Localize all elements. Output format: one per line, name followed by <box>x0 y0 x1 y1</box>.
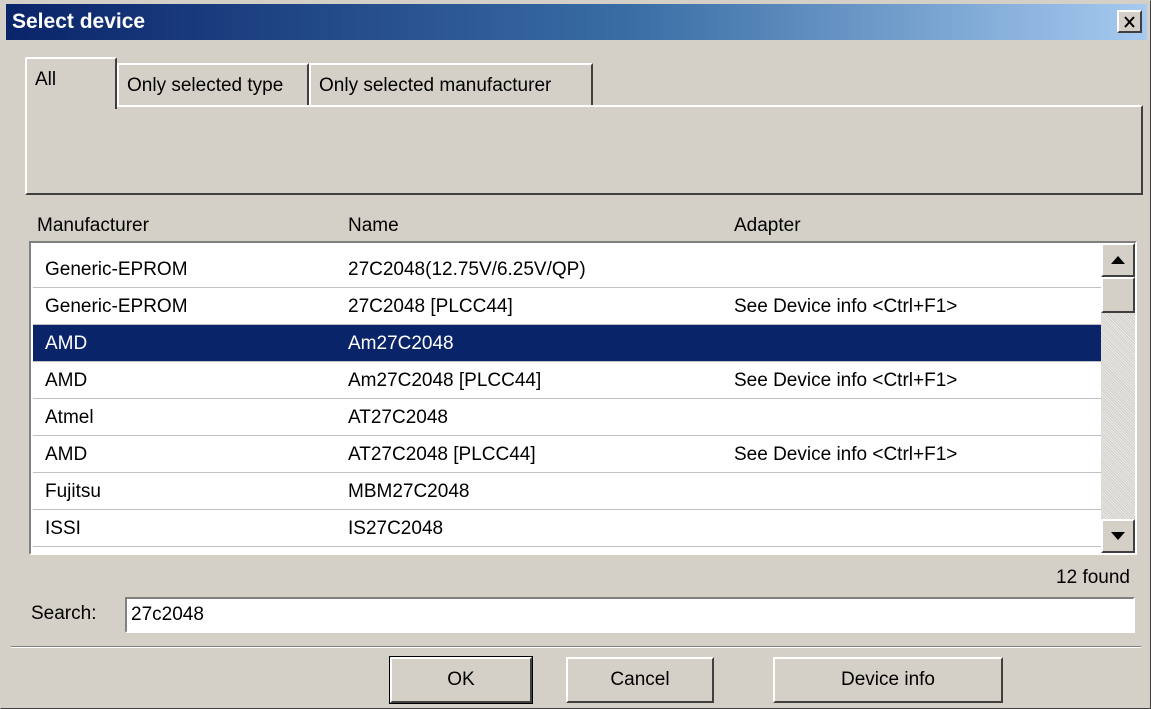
scroll-thumb[interactable] <box>1101 277 1135 313</box>
manufacturer-cell: AMD <box>45 370 88 391</box>
name-cell: Am27C2048 [PLCC44] <box>348 370 542 391</box>
arrow-up-icon <box>1111 256 1125 264</box>
name-cell: IS27C2048 <box>348 518 444 539</box>
tab-label: Only selected type <box>127 75 284 96</box>
column-header-name[interactable]: Name <box>348 215 399 237</box>
vertical-scrollbar[interactable] <box>1101 243 1135 553</box>
tab-label: All <box>35 69 57 90</box>
tab-all[interactable]: All <box>25 57 117 109</box>
name-cell: AT27C2048 [PLCC44] <box>348 444 536 465</box>
scroll-down-button[interactable] <box>1101 519 1135 553</box>
device-list[interactable]: Generic-EPROM 27C2048(12.75V/6.25V/QP) G… <box>29 241 1137 555</box>
name-cell: Am27C2048 <box>348 333 454 354</box>
list-item[interactable]: Atmel AT27C2048 <box>33 399 1101 436</box>
manufacturer-cell: Generic-EPROM <box>45 296 188 317</box>
adapter-cell: See Device info <Ctrl+F1> <box>734 444 958 465</box>
cancel-button[interactable]: Cancel <box>566 657 714 703</box>
name-cell: 27C2048(12.75V/6.25V/QP) <box>348 259 586 280</box>
adapter-cell: See Device info <Ctrl+F1> <box>734 296 958 317</box>
adapter-cell: See Device info <Ctrl+F1> <box>734 370 958 391</box>
name-cell: AT27C2048 <box>348 407 448 428</box>
tab-only-selected-type[interactable]: Only selected type <box>117 63 309 105</box>
title-bar[interactable]: Select device <box>6 4 1147 40</box>
select-device-dialog: Select device All Only selected type Onl… <box>0 0 1151 709</box>
list-item[interactable]: AMD AT27C2048 [PLCC44] See Device info <… <box>33 436 1101 473</box>
manufacturer-cell: ISSI <box>45 518 81 539</box>
manufacturer-cell: AMD <box>45 444 88 465</box>
tab-only-selected-manufacturer[interactable]: Only selected manufacturer <box>309 63 593 105</box>
close-icon <box>1124 15 1135 28</box>
tab-panel <box>25 105 1143 195</box>
close-button[interactable] <box>1117 10 1142 33</box>
column-header-manufacturer[interactable]: Manufacturer <box>37 215 149 237</box>
manufacturer-cell: Fujitsu <box>45 481 101 502</box>
manufacturer-cell: Atmel <box>45 407 94 428</box>
manufacturer-cell: Generic-EPROM <box>45 259 188 280</box>
manufacturer-cell: AMD <box>45 333 88 354</box>
name-cell: 27C2048 [PLCC44] <box>348 296 513 317</box>
list-item[interactable]: Generic-EPROM 27C2048(12.75V/6.25V/QP) <box>33 251 1101 288</box>
list-item-selected[interactable]: AMD Am27C2048 <box>33 325 1101 362</box>
window-title: Select device <box>12 10 146 33</box>
list-item[interactable]: ISSI IS27C2048 <box>33 510 1101 547</box>
tab-label: Only selected manufacturer <box>319 75 552 96</box>
search-label: Search: <box>31 603 97 624</box>
name-cell: MBM27C2048 <box>348 481 470 502</box>
scroll-up-button[interactable] <box>1101 243 1135 277</box>
results-count: 12 found <box>1056 567 1130 588</box>
list-item[interactable]: Generic-EPROM 27C2048 [PLCC44] See Devic… <box>33 288 1101 325</box>
list-item[interactable]: Fujitsu MBM27C2048 <box>33 473 1101 510</box>
search-input[interactable] <box>125 597 1135 633</box>
divider-highlight <box>11 647 1141 648</box>
list-item[interactable]: AMD Am27C2048 [PLCC44] See Device info <… <box>33 362 1101 399</box>
device-info-button[interactable]: Device info <box>773 657 1003 703</box>
ok-button[interactable]: OK <box>389 656 533 704</box>
column-header-adapter[interactable]: Adapter <box>734 215 801 237</box>
arrow-down-icon <box>1111 532 1125 540</box>
